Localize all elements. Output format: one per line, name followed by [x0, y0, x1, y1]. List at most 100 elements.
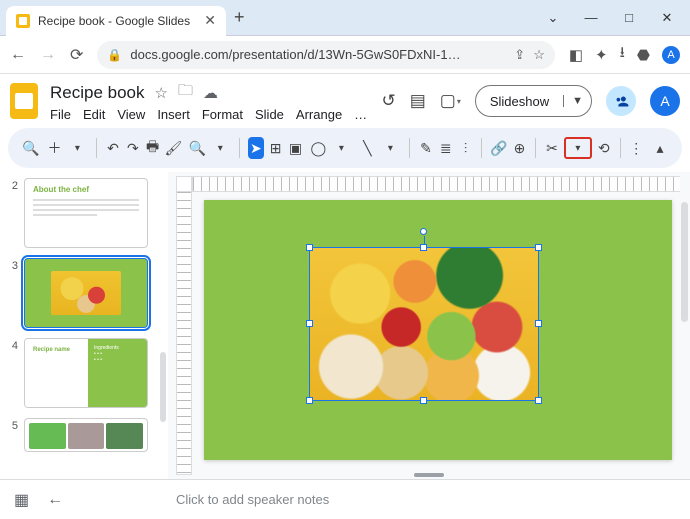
border-color-icon[interactable]: ✎: [418, 137, 434, 159]
resize-handle-sw[interactable]: [306, 397, 313, 404]
share-button[interactable]: [606, 86, 636, 116]
previous-slide-icon[interactable]: ←: [47, 491, 63, 509]
slide-thumb-row[interactable]: 5: [8, 418, 164, 452]
rotation-handle[interactable]: [420, 228, 427, 235]
redo-icon[interactable]: ↷: [125, 137, 141, 159]
slide-thumbnail-5[interactable]: [24, 418, 148, 452]
star-document-icon[interactable]: ☆: [155, 84, 168, 102]
document-title[interactable]: Recipe book: [50, 83, 145, 103]
line-icon[interactable]: ╲: [356, 137, 378, 159]
reload-button[interactable]: ⟳: [70, 45, 83, 65]
ruler-corner: [176, 176, 192, 192]
resize-handle-se[interactable]: [535, 397, 542, 404]
reset-image-icon[interactable]: ⟲: [596, 137, 612, 159]
grid-view-icon[interactable]: ▦: [14, 490, 29, 510]
share-url-icon[interactable]: ⇪: [514, 47, 525, 63]
slide-thumb-row[interactable]: 4 Recipe name Ingredients• • •• • •: [8, 338, 164, 408]
menu-file[interactable]: File: [50, 107, 71, 122]
account-avatar[interactable]: A: [650, 86, 680, 116]
slide-thumbnail-2[interactable]: About the chef: [24, 178, 148, 248]
print-icon[interactable]: 🖶: [145, 137, 161, 159]
page-indicator[interactable]: [414, 473, 444, 477]
resize-handle-w[interactable]: [306, 320, 313, 327]
new-slide-icon[interactable]: ＋: [43, 137, 65, 159]
select-tool-icon[interactable]: ➤: [248, 137, 264, 159]
resize-handle-ne[interactable]: [535, 244, 542, 251]
filmstrip-scrollbar[interactable]: [160, 352, 166, 422]
resize-handle-s[interactable]: [420, 397, 427, 404]
window-controls: ⌄ — □ ✕: [546, 10, 690, 26]
slide-thumb-row[interactable]: 3: [8, 258, 164, 328]
new-tab-button[interactable]: +: [234, 7, 245, 28]
textbox-icon[interactable]: ⊞: [268, 137, 284, 159]
speaker-notes-input[interactable]: Click to add speaker notes: [168, 492, 690, 507]
border-dash-icon[interactable]: ⫶: [458, 137, 474, 159]
resize-handle-nw[interactable]: [306, 244, 313, 251]
workspace: 2 About the chef 3 4 Recipe name Ingredi…: [0, 172, 690, 479]
slides-logo-icon[interactable]: [10, 83, 38, 119]
link-icon[interactable]: 🔗: [490, 137, 507, 159]
zoom-icon[interactable]: 🔍: [186, 137, 208, 159]
menu-arrange[interactable]: Arrange: [296, 107, 342, 122]
maximize-button[interactable]: □: [622, 10, 636, 26]
menu-bar: File Edit View Insert Format Slide Arran…: [50, 107, 367, 122]
menu-format[interactable]: Format: [202, 107, 243, 122]
meet-icon[interactable]: ▢: [440, 91, 461, 111]
minimize-button[interactable]: —: [584, 10, 598, 26]
selected-image[interactable]: [310, 248, 538, 400]
url-field[interactable]: 🔒 docs.google.com/presentation/d/13Wn-5G…: [97, 41, 554, 69]
slide-thumb-row[interactable]: 2 About the chef: [8, 178, 164, 248]
menu-slide[interactable]: Slide: [255, 107, 284, 122]
chevron-down-icon[interactable]: ⌄: [546, 10, 560, 26]
extensions-puzzle-icon[interactable]: ✦: [595, 46, 608, 64]
horizontal-ruler[interactable]: [192, 176, 680, 192]
tab-close-icon[interactable]: ✕: [204, 12, 216, 29]
menu-overflow[interactable]: …: [354, 107, 367, 122]
slideshow-button[interactable]: Slideshow ▼: [475, 85, 592, 117]
forward-button[interactable]: →: [40, 46, 56, 64]
extension-icon[interactable]: ◧: [569, 46, 583, 64]
add-comment-icon[interactable]: ⊕: [512, 137, 528, 159]
menu-edit[interactable]: Edit: [83, 107, 105, 122]
comments-icon[interactable]: ▤: [410, 91, 426, 111]
back-button[interactable]: ←: [10, 46, 26, 64]
menu-insert[interactable]: Insert: [157, 107, 190, 122]
speaker-notes-bar: ▦ ← Click to add speaker notes: [0, 479, 690, 519]
line-caret[interactable]: ▾: [379, 137, 401, 159]
slideshow-caret-icon[interactable]: ▼: [563, 95, 591, 107]
undo-icon[interactable]: ↶: [105, 137, 121, 159]
cloud-status-icon[interactable]: ☁: [203, 84, 218, 102]
search-menus-icon[interactable]: 🔍: [22, 137, 39, 159]
separator: [535, 138, 536, 158]
slide-thumbnail-4[interactable]: Recipe name Ingredients• • •• • •: [24, 338, 148, 408]
crop-icon[interactable]: ✂: [544, 137, 560, 159]
canvas-scrollbar[interactable]: [681, 202, 688, 322]
border-weight-icon[interactable]: ≣: [438, 137, 454, 159]
more-tools-icon[interactable]: ⋮: [628, 137, 644, 159]
browser-tab[interactable]: Recipe book - Google Slides ✕: [6, 6, 226, 36]
resize-handle-e[interactable]: [535, 320, 542, 327]
star-icon[interactable]: ☆: [533, 47, 545, 63]
window-close-button[interactable]: ✕: [660, 10, 674, 26]
downloads-icon[interactable]: ⭳: [620, 42, 625, 67]
collapse-toolbar-icon[interactable]: ▴: [652, 137, 668, 159]
slide-number: 3: [8, 260, 18, 272]
slide-canvas[interactable]: [204, 200, 672, 460]
chrome-profile-avatar[interactable]: A: [662, 46, 680, 64]
slide-thumbnail-3[interactable]: [24, 258, 148, 328]
move-document-icon[interactable]: 🗀: [178, 80, 193, 105]
stop-icon[interactable]: ⬣: [637, 46, 650, 64]
shape-caret[interactable]: ▾: [330, 137, 352, 159]
mask-image-dropdown[interactable]: ▾: [564, 137, 592, 159]
image-icon[interactable]: ▣: [288, 137, 304, 159]
shape-icon[interactable]: ◯: [307, 137, 329, 159]
history-icon[interactable]: ↺: [381, 91, 395, 111]
menu-view[interactable]: View: [117, 107, 145, 122]
resize-handle-n[interactable]: [420, 244, 427, 251]
share-person-icon: [614, 94, 629, 109]
vertical-ruler[interactable]: [176, 192, 192, 475]
filmstrip[interactable]: 2 About the chef 3 4 Recipe name Ingredi…: [0, 172, 168, 479]
zoom-caret[interactable]: ▾: [209, 137, 231, 159]
paint-format-icon[interactable]: 🖌: [165, 137, 183, 159]
new-slide-caret[interactable]: ▾: [66, 137, 88, 159]
